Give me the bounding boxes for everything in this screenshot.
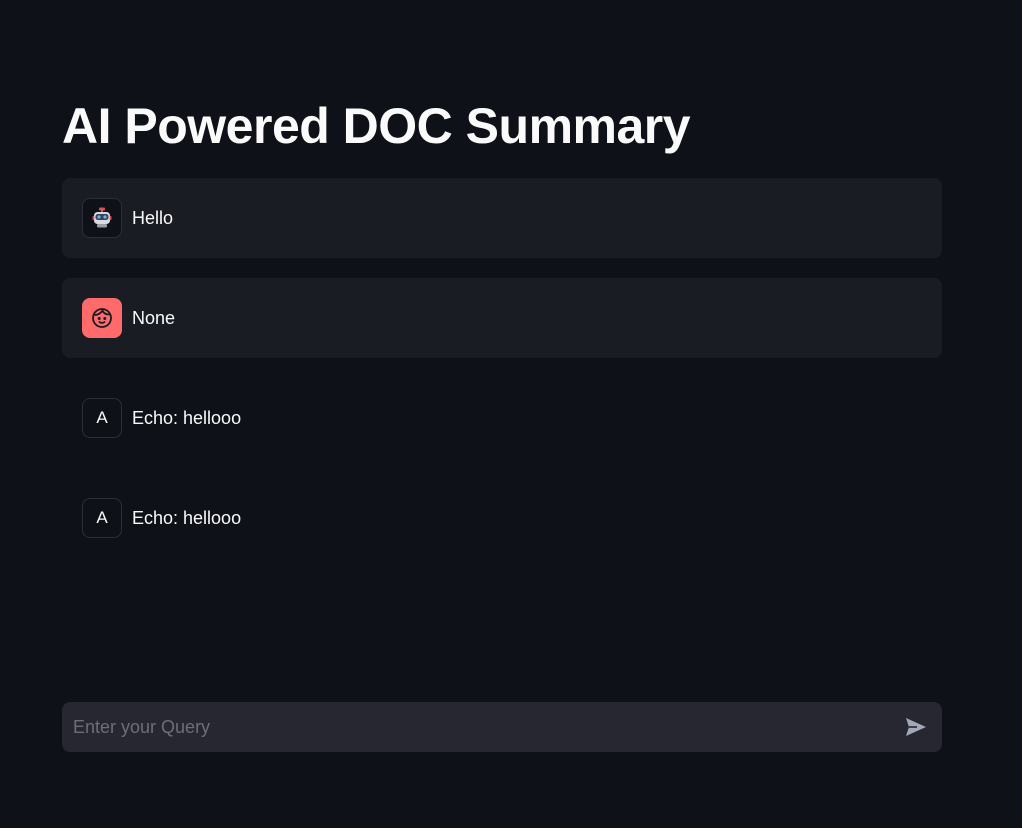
chat-message-echo: A Echo: hellooo — [62, 378, 942, 458]
chat-input[interactable] — [62, 702, 882, 752]
user-avatar — [82, 298, 122, 338]
chat-message-echo: A Echo: hellooo — [62, 478, 942, 558]
message-text: Echo: hellooo — [132, 407, 242, 428]
robot-icon — [92, 207, 112, 228]
send-button[interactable] — [900, 711, 932, 743]
page-title: AI Powered DOC Summary — [62, 98, 691, 154]
send-icon — [906, 718, 926, 736]
letter-avatar: A — [82, 398, 122, 438]
chat-message-assistant: Hello — [62, 178, 942, 258]
message-text: Echo: hellooo — [132, 507, 242, 528]
message-text: Hello — [132, 207, 174, 228]
chat-message-user: None — [62, 278, 942, 358]
user-face-icon — [92, 308, 112, 328]
message-text: None — [132, 307, 176, 328]
letter-avatar: A — [82, 498, 122, 538]
chat-messages: Hello None A Echo: hellooo A Echo: hello… — [62, 178, 942, 578]
app: AI Powered DOC Summary Hello None A Echo… — [0, 0, 1022, 828]
assistant-avatar — [82, 198, 122, 238]
chat-input-container — [62, 702, 942, 752]
